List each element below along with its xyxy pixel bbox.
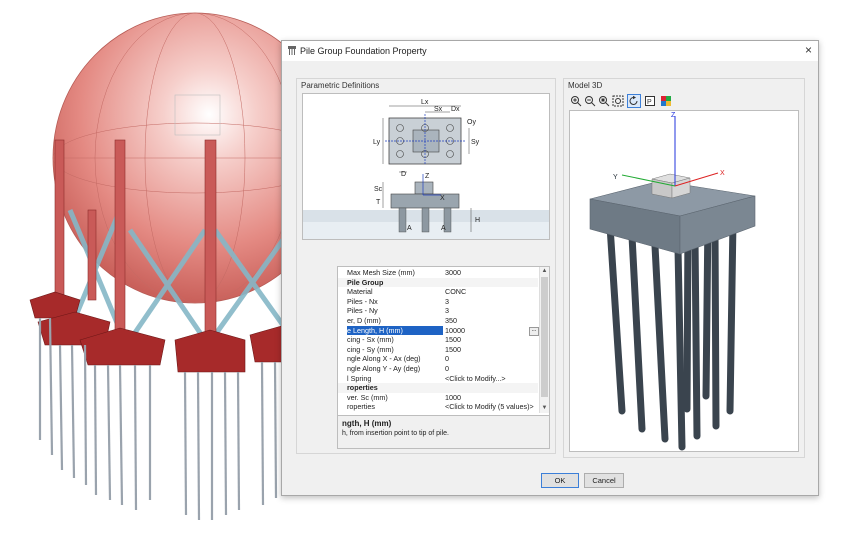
h-label: H (475, 217, 480, 224)
property-key: e Length, H (mm) (347, 325, 443, 336)
t-label: T (376, 199, 381, 206)
property-value[interactable]: 350 (445, 316, 535, 326)
property-value[interactable]: 1500 (445, 335, 535, 345)
property-key: Max Mesh Size (mm) (347, 268, 415, 277)
property-value[interactable]: 1000 (445, 393, 535, 403)
zoom-window-icon[interactable] (597, 94, 611, 108)
property-key: ngle Along X - Ax (deg) (347, 354, 421, 364)
property-key: Piles - Ny (347, 306, 378, 316)
oy-label: Oy (467, 119, 476, 126)
window-title: Pile Group Foundation Property (300, 46, 427, 56)
grid-property-row[interactable]: cing - Sy (mm) 1500 (338, 345, 538, 355)
d-label: D (401, 171, 406, 178)
parametric-diagram: Lx Sx Dx Oy Ly Sy D Z X Sc T H A A (302, 93, 550, 240)
lx-label: Lx (421, 99, 429, 106)
axis-y-label: Y (613, 174, 618, 181)
property-key: er, D (mm) (347, 316, 381, 325)
zoom-extents-icon[interactable] (611, 94, 625, 108)
property-key: cing - Sy (mm) (347, 344, 394, 354)
zoom-out-icon[interactable] (583, 94, 597, 108)
axis-z-label: Z (671, 112, 676, 119)
render-icon[interactable] (659, 94, 673, 108)
model3d-viewport[interactable]: Z Y X (569, 110, 799, 452)
property-value[interactable]: 3000 (445, 268, 535, 278)
grid-property-row[interactable]: er, D (mm) 350 (338, 316, 538, 326)
grid-scrollbar[interactable]: ▲ ▼ (539, 267, 549, 413)
property-key: roperties (347, 383, 378, 393)
svg-text:P: P (647, 99, 652, 106)
property-key: ngle Along Y - Ay (deg) (347, 364, 421, 373)
x-label: X (440, 195, 445, 202)
scroll-thumb[interactable] (541, 277, 548, 397)
dx-label: Dx (451, 106, 460, 113)
property-value[interactable]: 3 (445, 297, 535, 307)
description-title: ngth, H (mm) (342, 419, 392, 428)
grid-property-row[interactable]: e Length, H (mm) 10000... (338, 325, 539, 336)
property-key: Pile Group (347, 277, 384, 287)
model3d-toolbar: P (569, 94, 797, 108)
grid-property-row[interactable]: ngle Along X - Ax (deg) 0 (338, 354, 538, 364)
ly-label: Ly (373, 139, 381, 146)
grid-property-row[interactable]: l Spring <Click to Modify...> (338, 374, 538, 384)
description-text: h, from insertion point to tip of pile. (342, 430, 449, 437)
property-key: ver. Sc (mm) (347, 392, 388, 402)
app-icon (288, 46, 296, 55)
axis-x-label: X (720, 170, 725, 177)
grid-property-row[interactable]: roperties <Click to Modify (5 values)> (338, 402, 538, 412)
property-value[interactable]: 3 (445, 306, 535, 316)
zoom-in-icon[interactable] (569, 94, 583, 108)
grid-property-row[interactable]: Material CONC (338, 287, 538, 297)
grid-property-row[interactable]: ver. Sc (mm) 1000 (338, 393, 538, 403)
property-description: ngth, H (mm) h, from insertion point to … (337, 415, 550, 449)
section-view: Z X Sc T H A A (303, 173, 549, 239)
sy-label: Sy (471, 139, 480, 146)
scroll-up-icon[interactable]: ▲ (540, 267, 549, 276)
a-label-left: A (407, 225, 412, 232)
a-label-right: A (441, 225, 446, 232)
grid-category-row[interactable]: roperties (338, 383, 538, 393)
rotate-icon[interactable] (627, 94, 641, 108)
grid-property-row[interactable]: Piles - Nx 3 (338, 297, 538, 307)
property-grid: Max Mesh Size (mm) 3000 Pile Group Material… (337, 266, 550, 416)
scroll-down-icon[interactable]: ▼ (540, 404, 549, 413)
property-key: l Spring (347, 373, 372, 383)
z-label: Z (425, 173, 430, 180)
property-value[interactable]: 10000 (445, 326, 535, 336)
property-value[interactable]: CONC (445, 287, 535, 297)
grid-property-row[interactable]: cing - Sx (mm) 1500 (338, 335, 538, 345)
model3d-label: Model 3D (568, 81, 603, 90)
view-plane-icon[interactable]: P (643, 94, 657, 108)
property-value[interactable]: 0 (445, 354, 535, 364)
grid-category-row[interactable]: Pile Group (338, 277, 538, 288)
ok-button[interactable]: OK (541, 473, 579, 488)
property-key: roperties (347, 402, 375, 412)
property-value[interactable]: <Click to Modify...> (445, 374, 535, 384)
property-key: Material (347, 287, 373, 297)
sx-label: Sx (434, 106, 443, 113)
property-value[interactable]: 0 (445, 364, 535, 374)
close-icon[interactable]: × (805, 43, 812, 57)
sc-label: Sc (374, 186, 383, 193)
title-bar: Pile Group Foundation Property × (282, 41, 818, 61)
property-key: cing - Sx (mm) (347, 335, 394, 345)
grid-property-row[interactable]: ngle Along Y - Ay (deg) 0 (338, 364, 538, 374)
grid-property-row[interactable]: Piles - Ny 3 (338, 306, 538, 316)
cancel-button[interactable]: Cancel (584, 473, 624, 488)
grid-property-row[interactable]: Max Mesh Size (mm) 3000 (338, 268, 538, 278)
property-value[interactable]: <Click to Modify (5 values)> (445, 402, 535, 412)
property-key: Piles - Nx (347, 296, 378, 306)
property-value[interactable]: 1500 (445, 345, 535, 355)
plan-view: Lx Sx Dx Oy Ly Sy D (373, 99, 480, 178)
parametric-label: Parametric Definitions (301, 81, 380, 90)
